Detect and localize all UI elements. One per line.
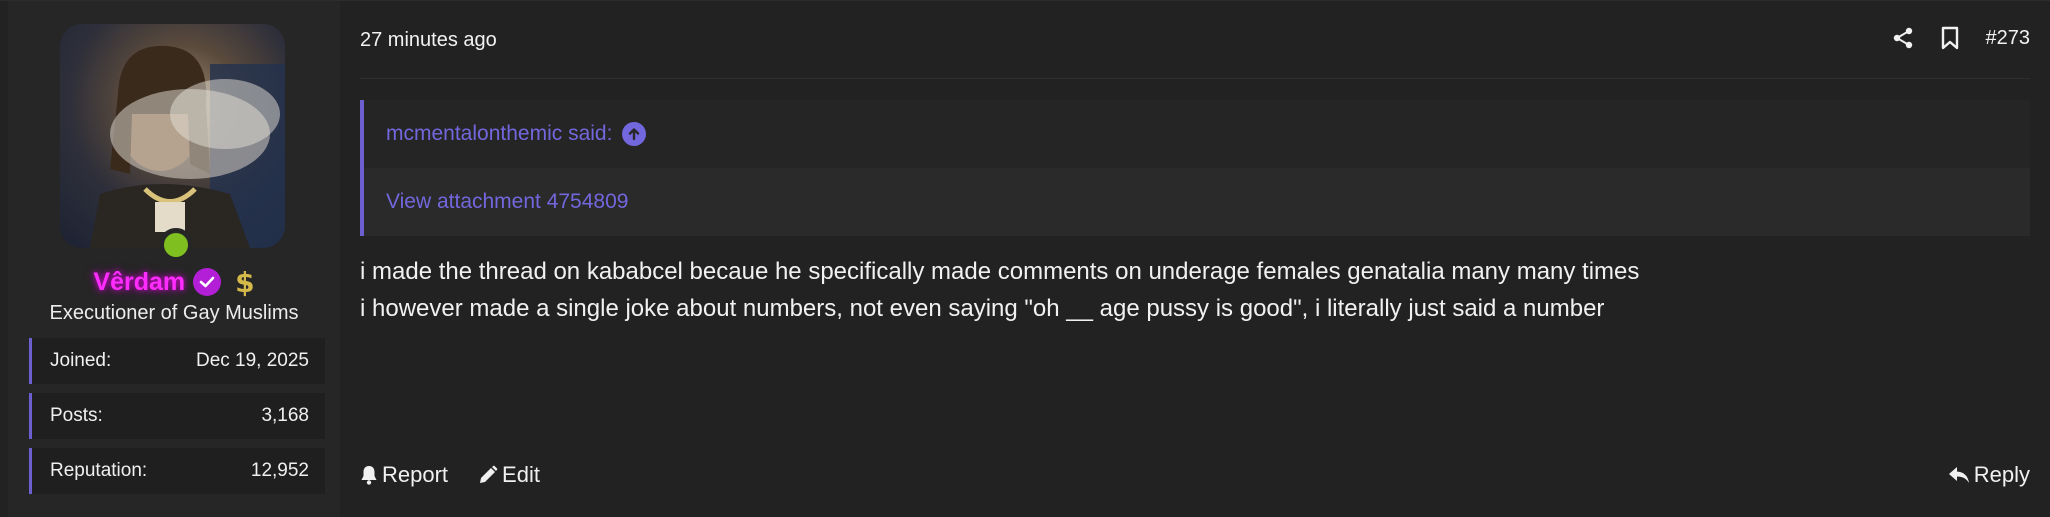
- reply-button[interactable]: Reply: [1948, 462, 2030, 488]
- message-line: i made the thread on kababcel becaue he …: [360, 258, 1640, 285]
- stat-joined: Joined: Dec 19, 2025: [29, 338, 325, 384]
- reply-label: Reply: [1973, 462, 2030, 487]
- attachment-link[interactable]: View attachment 4754809: [386, 190, 628, 214]
- quote-header: mcmentalonthemic said:: [364, 100, 2030, 168]
- post-actions: Report Edit Reply: [360, 459, 2030, 491]
- post-message: i made the thread on kababcel becaue he …: [360, 253, 2020, 327]
- stat-posts: Posts: 3,168: [29, 393, 325, 439]
- pencil-icon: [478, 465, 498, 485]
- share-icon[interactable]: [1892, 27, 1914, 49]
- bell-icon: [360, 465, 378, 485]
- message-line: i however made a single joke about numbe…: [360, 295, 1605, 322]
- header-divider: [360, 78, 2030, 79]
- username[interactable]: Vêrdam: [93, 268, 185, 297]
- avatar[interactable]: [60, 24, 285, 248]
- post-main: 27 minutes ago #273 mcmentalonthemic sai…: [340, 1, 2050, 517]
- stat-reputation: Reputation: 12,952: [29, 448, 325, 494]
- post-number-link[interactable]: #273: [1986, 27, 2031, 50]
- stat-value: 12,952: [250, 460, 309, 481]
- stat-label: Posts:: [50, 405, 103, 426]
- user-sidebar: Vêrdam $ Executioner of Gay Muslims Join…: [8, 1, 340, 517]
- verified-icon: [193, 268, 222, 296]
- post-timestamp[interactable]: 27 minutes ago: [360, 29, 497, 52]
- stat-value: Dec 19, 2025: [195, 350, 309, 371]
- username-row: Vêrdam $: [8, 264, 340, 300]
- quote-body: View attachment 4754809: [364, 168, 2030, 236]
- quote-author-link[interactable]: mcmentalonthemic said:: [386, 122, 612, 146]
- stat-label: Joined:: [50, 350, 112, 371]
- online-status-indicator: [159, 228, 193, 262]
- post-header-tools: #273: [1892, 26, 2031, 50]
- edit-button[interactable]: Edit: [478, 462, 540, 488]
- stat-value: 3,168: [261, 405, 309, 426]
- reply-icon: [1948, 465, 1970, 485]
- quote-block: mcmentalonthemic said: View attachment 4…: [360, 100, 2030, 236]
- user-title: Executioner of Gay Muslims: [49, 302, 299, 324]
- bookmark-icon[interactable]: [1940, 26, 1960, 50]
- edit-label: Edit: [502, 462, 540, 487]
- report-button[interactable]: Report: [360, 462, 448, 488]
- stat-label: Reputation:: [50, 460, 148, 481]
- report-label: Report: [382, 462, 449, 487]
- post-container: Vêrdam $ Executioner of Gay Muslims Join…: [0, 0, 2050, 517]
- dollar-icon: $: [235, 265, 255, 299]
- quote-arrow-icon[interactable]: [622, 122, 647, 146]
